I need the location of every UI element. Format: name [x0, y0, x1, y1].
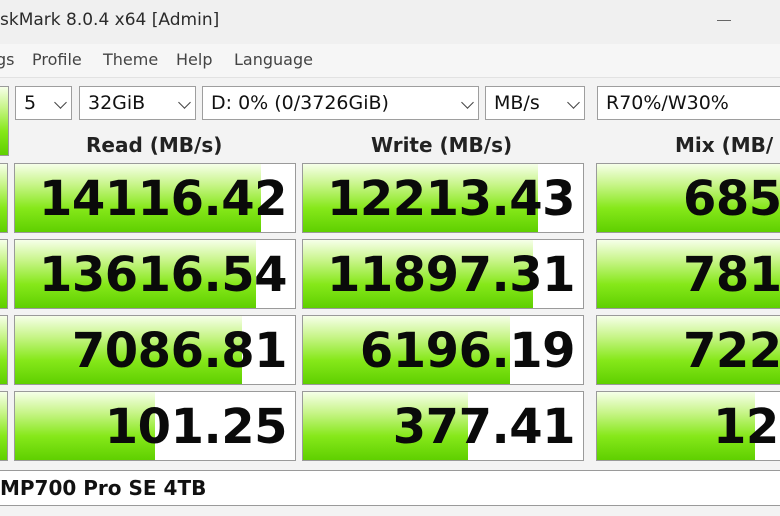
write-result-1: 12213.43 — [302, 163, 584, 233]
read-result-2: 13616.54 — [14, 239, 296, 309]
mix-value-4: 127 — [713, 399, 780, 455]
minimize-icon[interactable] — [712, 10, 736, 30]
size-select[interactable]: 32GiB — [79, 86, 196, 120]
read-result-4: 101.25 — [14, 391, 296, 461]
status-bar: MP700 Pro SE 4TB — [0, 470, 780, 506]
read-value-3: 7086.81 — [71, 323, 288, 379]
count-select[interactable]: 5 — [15, 86, 72, 120]
chevron-down-icon — [54, 96, 67, 109]
mix-result-4: 127 — [596, 391, 780, 461]
drive-value: D: 0% (0/3726GiB) — [211, 92, 389, 114]
menu-bar: gs Profile Theme Help Language — [0, 44, 780, 78]
menu-settings[interactable]: gs — [0, 50, 15, 69]
window-title: skMark 8.0.4 x64 [Admin] — [0, 10, 220, 30]
write-header: Write (MB/s) — [371, 133, 513, 157]
size-value: 32GiB — [88, 92, 146, 114]
read-result-3: 7086.81 — [14, 315, 296, 385]
drive-select[interactable]: D: 0% (0/3726GiB) — [202, 86, 479, 120]
write-value-2: 11897.31 — [326, 247, 576, 303]
title-bar: skMark 8.0.4 x64 [Admin] — [0, 0, 780, 44]
test-button-4[interactable] — [0, 391, 8, 461]
mix-value-1: 6859 — [683, 171, 780, 227]
write-value-4: 377.41 — [392, 399, 576, 455]
test-button-3[interactable] — [0, 315, 8, 385]
write-value-1: 12213.43 — [326, 171, 576, 227]
mix-result-1: 6859 — [596, 163, 780, 233]
write-result-3: 6196.19 — [302, 315, 584, 385]
write-result-2: 11897.31 — [302, 239, 584, 309]
write-value-3: 6196.19 — [359, 323, 576, 379]
mix-result-2: 7817 — [596, 239, 780, 309]
write-result-4: 377.41 — [302, 391, 584, 461]
unit-value: MB/s — [494, 92, 540, 114]
menu-profile[interactable]: Profile — [32, 50, 82, 69]
read-value-1: 14116.42 — [38, 171, 288, 227]
mix-value-3: 7222 — [683, 323, 780, 379]
chevron-down-icon — [567, 96, 580, 109]
chevron-down-icon — [178, 96, 191, 109]
test-button-1[interactable] — [0, 163, 8, 233]
test-button-2[interactable] — [0, 239, 8, 309]
read-result-1: 14116.42 — [14, 163, 296, 233]
read-value-2: 13616.54 — [38, 247, 288, 303]
mix-select[interactable]: R70%/W30% — [597, 86, 780, 120]
menu-language[interactable]: Language — [234, 50, 313, 69]
menu-theme[interactable]: Theme — [103, 50, 158, 69]
unit-select[interactable]: MB/s — [485, 86, 585, 120]
mix-result-3: 7222 — [596, 315, 780, 385]
mix-header: Mix (MB/ — [675, 133, 774, 157]
menu-help[interactable]: Help — [176, 50, 212, 69]
read-value-4: 101.25 — [104, 399, 288, 455]
mix-value: R70%/W30% — [606, 92, 729, 114]
chevron-down-icon — [461, 96, 474, 109]
mix-value-2: 7817 — [683, 247, 780, 303]
all-button[interactable] — [0, 86, 9, 156]
device-name: MP700 Pro SE 4TB — [0, 476, 207, 500]
count-value: 5 — [24, 92, 37, 114]
read-header: Read (MB/s) — [86, 133, 223, 157]
